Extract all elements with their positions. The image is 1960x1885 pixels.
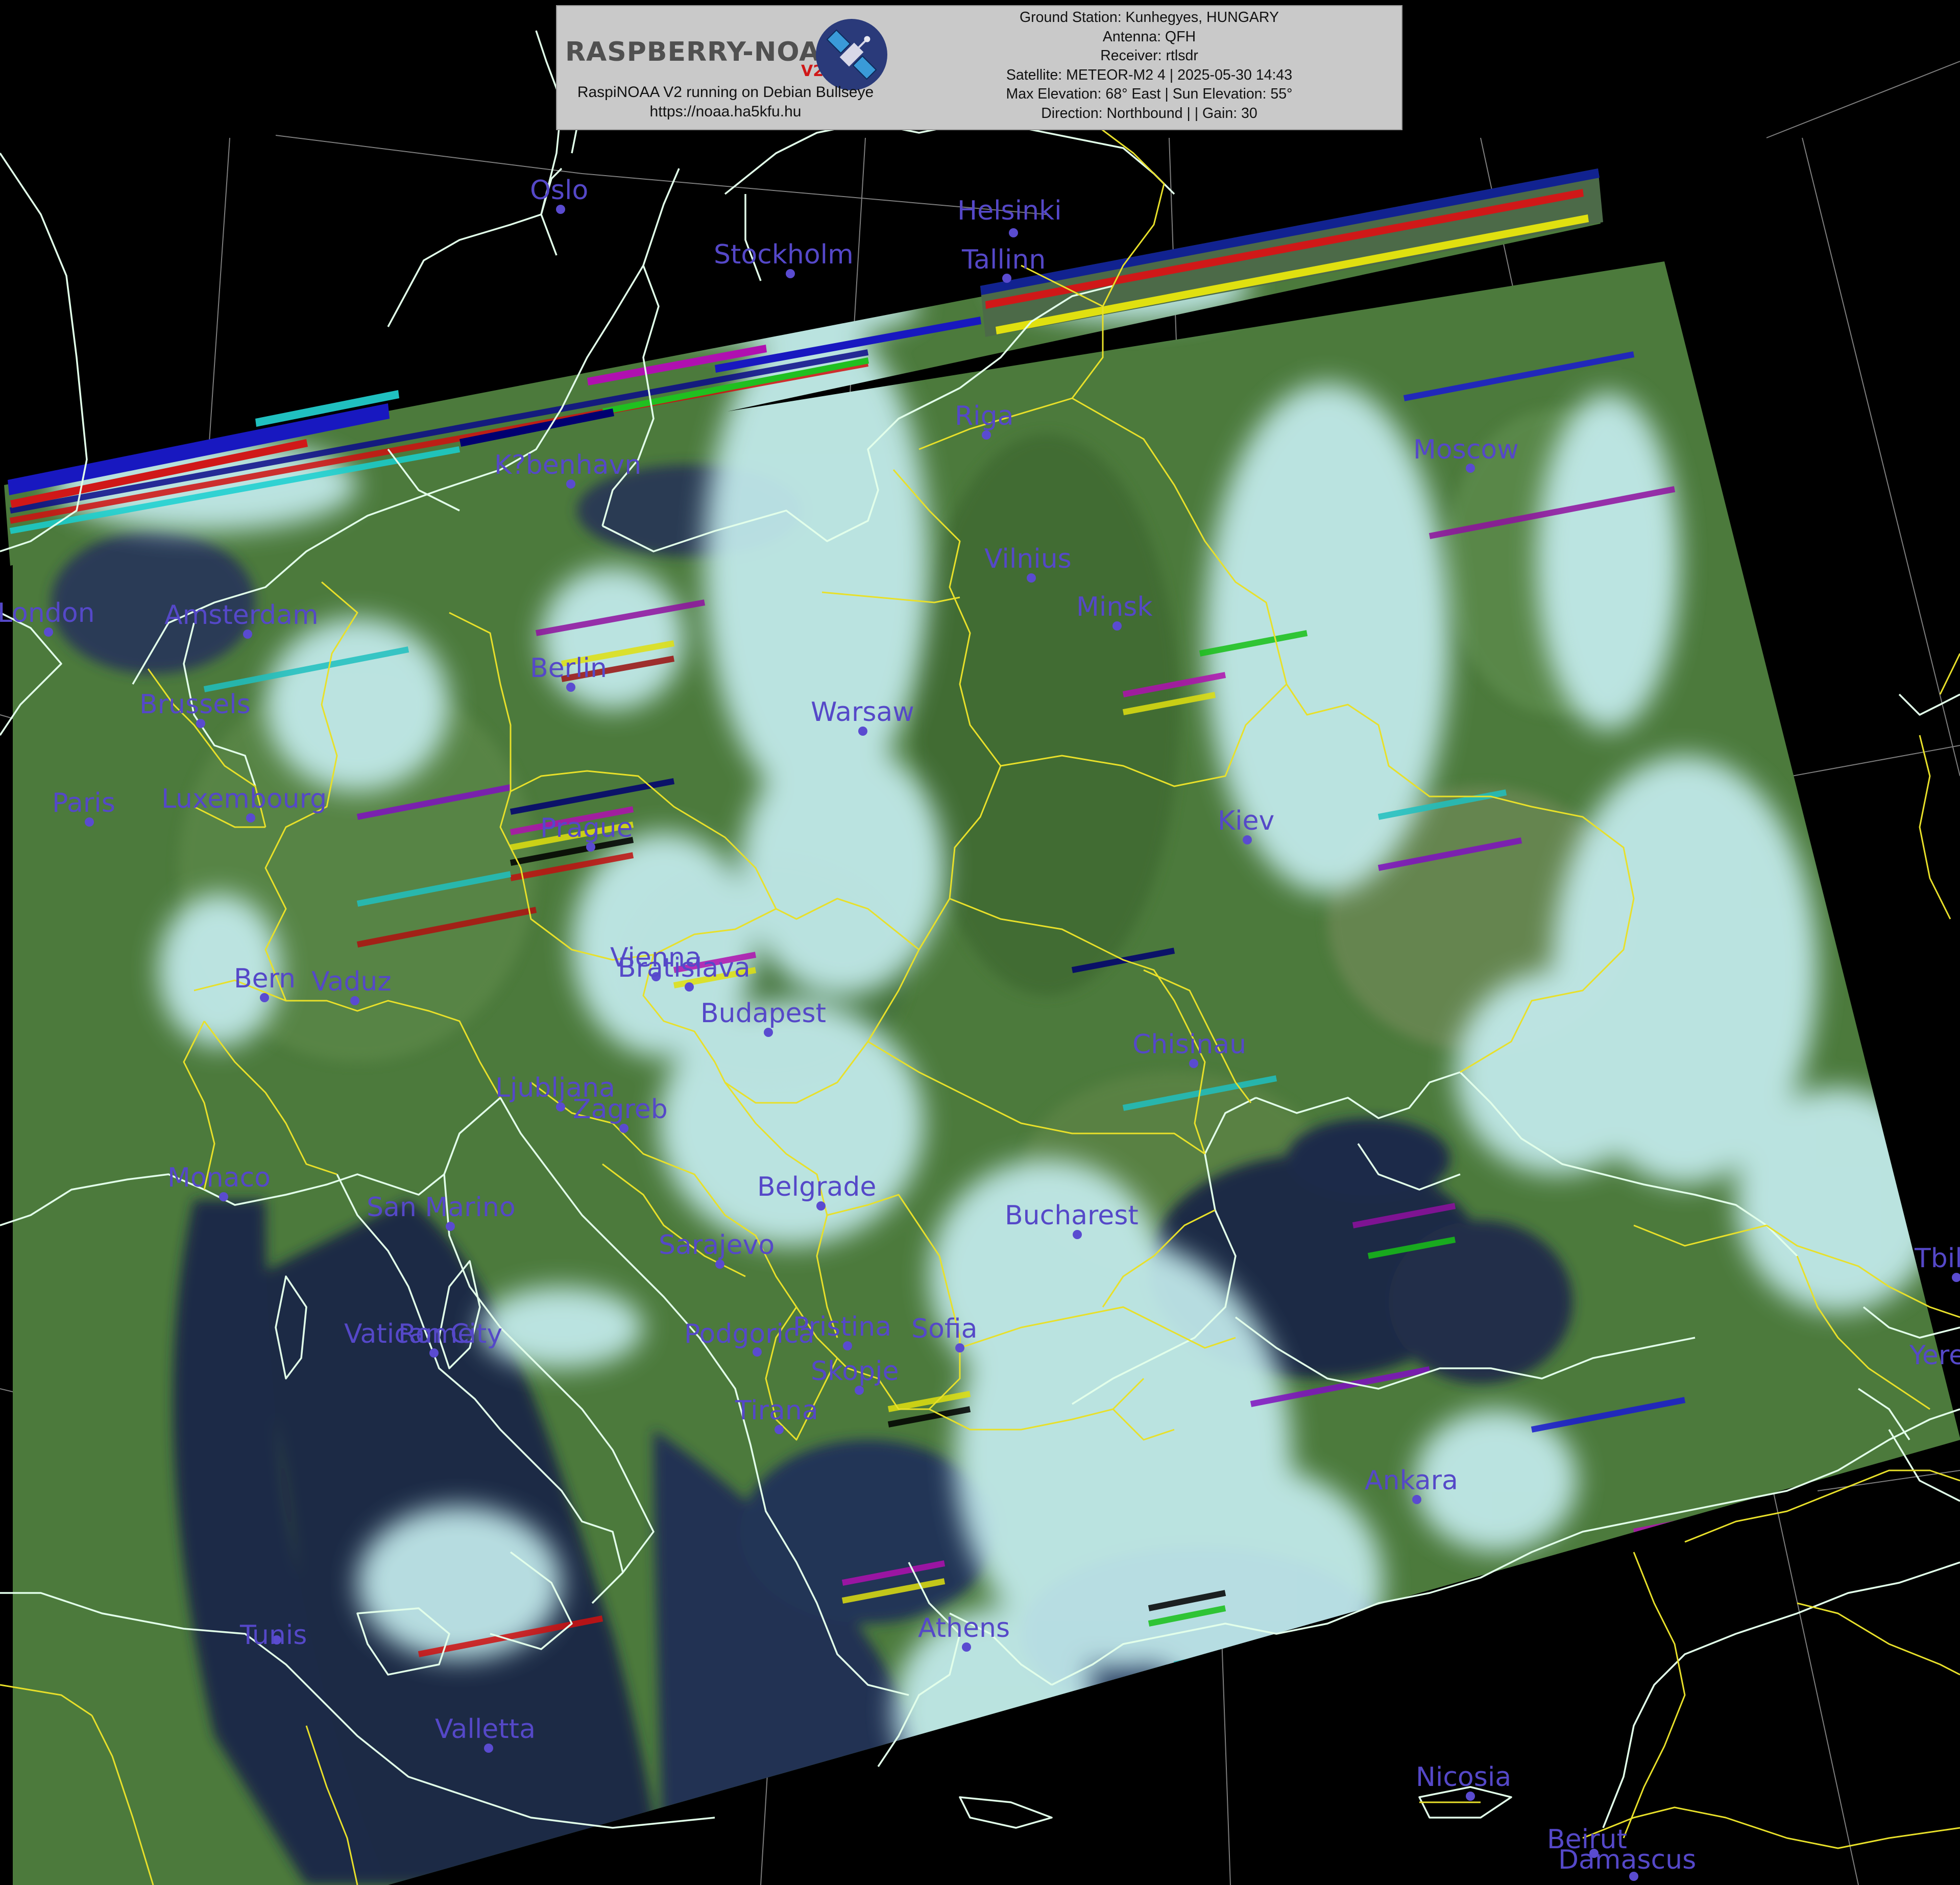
city-label-kobenhavn: K?benhavn xyxy=(494,450,641,480)
city-label-london: London xyxy=(0,598,95,629)
platform-text: RaspiNOAA V2 running on Debian Bullseye xyxy=(577,84,874,101)
direction-info: Direction: Northbound | | Gain: 30 xyxy=(1041,105,1257,122)
city-label-tunis: Tunis xyxy=(239,1620,307,1651)
header-panel: RASPBERRY-NOAA V2 RaspiNOAA V2 running o… xyxy=(556,5,1402,130)
city-label-sofia: Sofia xyxy=(911,1314,977,1344)
elevation-info: Max Elevation: 68° East | Sun Elevation:… xyxy=(1006,86,1293,102)
logo-text: RASPBERRY-NOAA xyxy=(565,37,841,67)
city-label-pristina: Pristina xyxy=(793,1312,891,1342)
pass-info: Ground Station: Kunhegyes, HUNGARY Anten… xyxy=(904,8,1394,123)
city-label-damascus: Damascus xyxy=(1558,1845,1696,1875)
station-url: https://noaa.ha5kfu.hu xyxy=(649,103,802,120)
city-label-warsaw: Warsaw xyxy=(811,697,914,728)
city-label-moscow: Moscow xyxy=(1413,434,1519,465)
city-label-chisinau: Chisinau xyxy=(1132,1029,1246,1060)
city-label-helsinki: Helsinki xyxy=(957,196,1062,226)
city-label-belgrade: Belgrade xyxy=(757,1172,876,1202)
city-label-vaduz: Vaduz xyxy=(311,966,392,997)
city-label-athens: Athens xyxy=(918,1613,1010,1644)
city-label-bucharest: Bucharest xyxy=(1005,1200,1139,1231)
city-label-rome: Rome xyxy=(398,1319,474,1349)
city-label-prague: Prague xyxy=(540,813,633,843)
city-label-riga: Riga xyxy=(955,401,1013,431)
city-label-amsterdam: Amsterdam xyxy=(164,600,319,631)
city-label-valletta: Valletta xyxy=(435,1714,536,1745)
city-label-vilnius: Vilnius xyxy=(984,544,1072,574)
city-label-tirana: Tirana xyxy=(735,1395,818,1426)
city-label-ankara: Ankara xyxy=(1365,1465,1458,1496)
city-label-tbilisi: Tbilisi xyxy=(1914,1243,1960,1274)
city-label-brussels: Brussels xyxy=(139,689,251,720)
city-label-tallinn: Tallinn xyxy=(961,245,1046,275)
city-label-skopje: Skopje xyxy=(811,1356,899,1387)
city-label-minsk: Minsk xyxy=(1076,592,1152,622)
city-label-bratislava: Bratislava xyxy=(618,953,751,983)
city-label-nicosia: Nicosia xyxy=(1416,1762,1511,1793)
satellite-icon xyxy=(816,19,887,90)
city-label-bern: Bern xyxy=(234,963,296,994)
city-label-kiev: Kiev xyxy=(1218,806,1274,836)
satellite-info: Satellite: METEOR-M2 4 | 2025-05-30 14:4… xyxy=(1006,66,1293,83)
antenna: Antenna: QFH xyxy=(1102,28,1196,45)
city-label-budapest: Budapest xyxy=(700,998,826,1029)
city-label-yerevan: Yerevan xyxy=(1909,1340,1960,1371)
city-label-oslo: Oslo xyxy=(530,175,588,206)
city-label-paris: Paris xyxy=(52,788,115,818)
city-label-berlin: Berlin xyxy=(530,653,607,684)
city-label-sarajevo: Sarajevo xyxy=(659,1230,775,1261)
city-label-luxembourg: Luxembourg xyxy=(161,784,327,814)
logo: RASPBERRY-NOAA V2 xyxy=(562,12,889,90)
satellite-map: Oslo Helsinki Stockholm Tallinn Riga Mos… xyxy=(0,0,1960,1885)
receiver: Receiver: rtlsdr xyxy=(1100,47,1198,64)
city-label-zagreb: Zagreb xyxy=(573,1094,668,1125)
city-label-san-marino: San Marino xyxy=(367,1192,516,1223)
city-label-stockholm: Stockholm xyxy=(714,239,854,270)
ground-station: Ground Station: Kunhegyes, HUNGARY xyxy=(1020,9,1279,26)
city-label-monaco: Monaco xyxy=(167,1163,271,1193)
